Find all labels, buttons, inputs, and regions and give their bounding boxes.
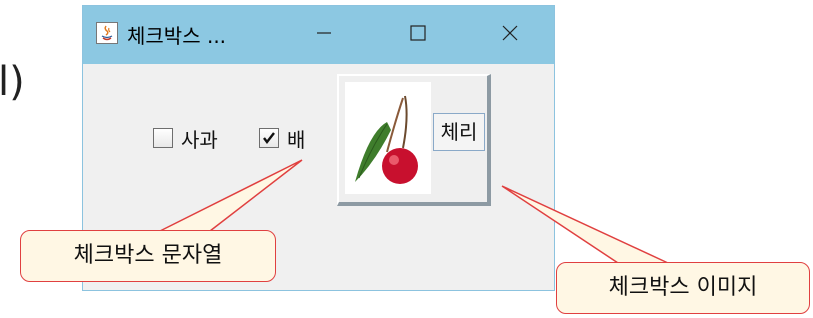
checkmark-icon <box>263 132 275 144</box>
checkbox-pear-box[interactable] <box>259 128 279 148</box>
window-title: 체크박스 ... <box>127 24 227 48</box>
callout-checkbox-image: 체크박스 이미지 <box>556 262 810 314</box>
checkbox-pear-label: 배 <box>287 127 306 152</box>
close-button[interactable] <box>495 18 525 48</box>
close-icon <box>502 25 518 41</box>
callout-checkbox-string: 체크박스 문자열 <box>20 230 276 282</box>
checkbox-apple-box[interactable] <box>153 128 173 148</box>
maximize-button[interactable] <box>403 18 433 48</box>
title-bar[interactable]: 체크박스 ... <box>83 6 554 64</box>
checkbox-pear[interactable]: 배 <box>259 124 305 152</box>
maximize-icon <box>410 25 426 41</box>
cherry-icon <box>345 82 431 194</box>
checkbox-apple[interactable]: 사과 <box>153 124 218 152</box>
checkbox-cherry[interactable]: 체리 <box>337 74 491 206</box>
checkbox-apple-label: 사과 <box>181 127 218 152</box>
minimize-button[interactable] <box>309 18 339 48</box>
checkbox-cherry-label: 체리 <box>433 113 485 151</box>
java-app-icon <box>96 22 118 44</box>
background-paren-text: l) <box>0 59 25 105</box>
minimize-icon <box>317 32 331 34</box>
